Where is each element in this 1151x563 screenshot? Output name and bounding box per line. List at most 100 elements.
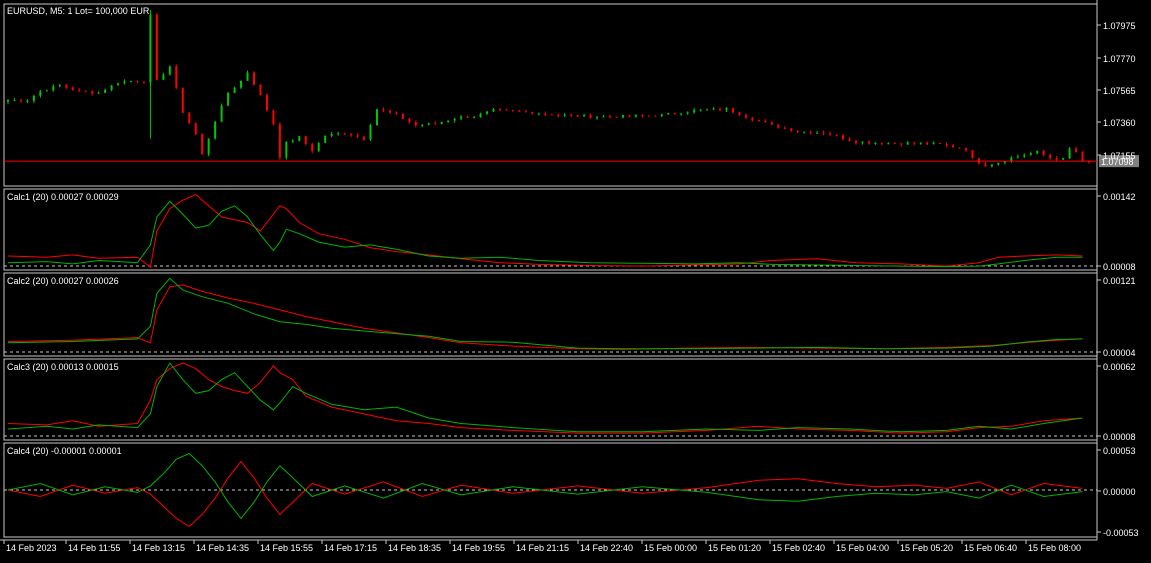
pane-frame-2 bbox=[3, 272, 1098, 357]
candle-body bbox=[155, 14, 158, 80]
candle-body bbox=[809, 131, 812, 134]
candle-body bbox=[764, 120, 767, 123]
candle-body bbox=[544, 113, 547, 115]
candle-body bbox=[479, 113, 482, 118]
candle-body bbox=[589, 114, 592, 118]
y-tick-label: 0.00000 bbox=[1103, 487, 1136, 497]
candle-body bbox=[168, 66, 171, 75]
candle-body bbox=[816, 132, 819, 134]
candle-body bbox=[97, 92, 100, 94]
candle-body bbox=[78, 89, 81, 91]
candle-body bbox=[1036, 150, 1039, 154]
candle-body bbox=[207, 138, 210, 155]
candle-body bbox=[65, 85, 68, 88]
chart-terminal[interactable]: 1.07098 1.07975 1.07770 1.07565 1.07360 1.071… bbox=[0, 0, 1151, 558]
candle-body bbox=[1081, 151, 1084, 162]
candle-body bbox=[440, 122, 443, 124]
chart-canvas[interactable]: 1.070981.079751.077701.075651.073601.071… bbox=[0, 0, 1151, 558]
candle-body bbox=[492, 109, 495, 112]
candle-body bbox=[790, 128, 793, 131]
candle-body bbox=[356, 135, 359, 137]
y-tick-label: 1.07155 bbox=[1103, 151, 1136, 161]
candle-body bbox=[906, 142, 909, 145]
x-tick-label: 15 Feb 02:40 bbox=[772, 543, 825, 553]
candle-body bbox=[447, 120, 450, 123]
candle-body bbox=[990, 164, 993, 167]
x-tick-label: 14 Feb 14:35 bbox=[196, 543, 249, 553]
candle-body bbox=[13, 100, 16, 102]
indicator-series-line-3-1 bbox=[7, 362, 1083, 433]
candle-body bbox=[861, 141, 864, 143]
candle-body bbox=[45, 90, 48, 92]
candle-body bbox=[298, 136, 301, 141]
candle-body bbox=[1029, 153, 1032, 156]
candle-body bbox=[576, 114, 579, 117]
x-tick-label: 15 Feb 01:20 bbox=[708, 543, 761, 553]
candle-body bbox=[246, 72, 249, 81]
candle-body bbox=[583, 114, 586, 117]
candle-body bbox=[162, 74, 165, 80]
candle-body bbox=[214, 121, 217, 139]
candle-body bbox=[913, 142, 916, 144]
candle-body bbox=[123, 81, 126, 84]
candle-body bbox=[699, 109, 702, 111]
candle-body bbox=[919, 142, 922, 144]
candle-body bbox=[926, 142, 929, 145]
candle-body bbox=[738, 112, 741, 116]
candle-body bbox=[803, 131, 806, 133]
candle-body bbox=[71, 87, 74, 90]
candle-body bbox=[731, 108, 734, 113]
candle-body bbox=[466, 116, 469, 118]
candle-body bbox=[304, 136, 307, 144]
x-tick-label: 14 Feb 22:40 bbox=[580, 543, 633, 553]
candle-body bbox=[388, 110, 391, 113]
candle-body bbox=[628, 115, 631, 117]
candle-body bbox=[117, 83, 120, 86]
candle-body bbox=[350, 133, 353, 136]
candle-body bbox=[7, 100, 9, 102]
candle-body bbox=[265, 95, 268, 111]
y-tick-label: 0.00004 bbox=[1103, 348, 1136, 358]
x-tick-label: 14 Feb 17:15 bbox=[324, 543, 377, 553]
candle-body bbox=[621, 115, 624, 118]
y-tick-label: 1.07975 bbox=[1103, 21, 1136, 31]
candle-body bbox=[375, 109, 378, 126]
candle-body bbox=[233, 87, 236, 93]
candle-body bbox=[939, 143, 942, 145]
candle-body bbox=[511, 110, 514, 112]
candle-body bbox=[667, 113, 670, 115]
candle-body bbox=[854, 140, 857, 143]
candle-body bbox=[757, 119, 760, 121]
candle-body bbox=[363, 136, 366, 140]
candle-body bbox=[887, 143, 890, 145]
candle-body bbox=[796, 130, 799, 132]
x-tick-label: 15 Feb 04:00 bbox=[836, 543, 889, 553]
candle-body bbox=[460, 116, 463, 119]
x-tick-label: 15 Feb 00:00 bbox=[644, 543, 697, 553]
candle-body bbox=[110, 85, 113, 91]
candle-body bbox=[1042, 150, 1045, 155]
candle-body bbox=[634, 115, 637, 117]
chart-title: EURUSD, M5: 1 Lot= 100,000 EUR bbox=[7, 6, 150, 16]
candle-body bbox=[291, 140, 294, 142]
x-tick-label: 15 Feb 08:00 bbox=[1028, 543, 1081, 553]
candle-body bbox=[252, 72, 255, 85]
candle-body bbox=[227, 92, 230, 106]
candle-body bbox=[777, 124, 780, 128]
candle-body bbox=[867, 141, 870, 144]
candle-body bbox=[58, 85, 61, 87]
candle-body bbox=[557, 115, 560, 117]
candle-body bbox=[712, 108, 715, 110]
candle-body bbox=[615, 116, 618, 118]
candle-body bbox=[660, 114, 663, 117]
candle-body bbox=[719, 108, 722, 111]
candle-body bbox=[142, 81, 145, 83]
candle-body bbox=[427, 123, 430, 126]
candle-body bbox=[408, 118, 411, 123]
candle-body bbox=[751, 117, 754, 120]
candle-body bbox=[958, 147, 961, 149]
y-tick-label: 1.07770 bbox=[1103, 54, 1136, 64]
candle-body bbox=[518, 110, 521, 112]
indicator-title: Calc3 (20) 0.00013 0.00015 bbox=[7, 362, 119, 372]
pane-frame-3 bbox=[3, 358, 1098, 441]
